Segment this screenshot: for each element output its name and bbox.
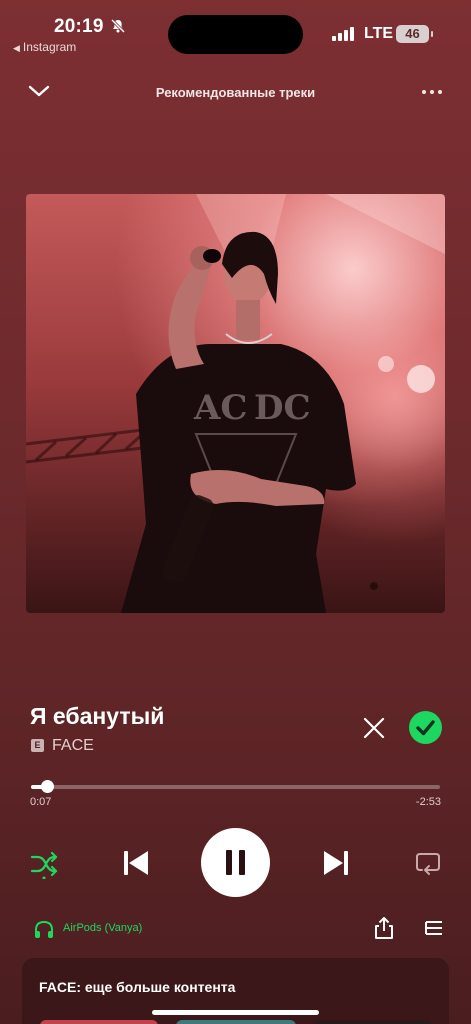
back-app-label: Instagram bbox=[22, 40, 77, 54]
more-icon[interactable] bbox=[420, 90, 444, 96]
card-thumbnail[interactable] bbox=[40, 1020, 158, 1024]
card-thumbnail[interactable] bbox=[314, 1020, 432, 1024]
status-time: 20:19 bbox=[54, 16, 104, 37]
artist-name[interactable]: FACE bbox=[52, 737, 94, 755]
explicit-badge: E bbox=[31, 739, 44, 752]
liked-check-icon[interactable] bbox=[409, 711, 442, 744]
close-icon[interactable] bbox=[361, 715, 387, 741]
progress-bar[interactable] bbox=[31, 785, 440, 789]
time-remaining: -2:53 bbox=[415, 796, 441, 808]
device-label[interactable]: AirPods (Vanya) bbox=[63, 922, 142, 934]
status-bar: 20:19 ◀ Instagram LTE 46 bbox=[0, 0, 471, 60]
album-cover: AC DC bbox=[26, 194, 445, 613]
playlist-context-title: Рекомендованные треки bbox=[155, 85, 316, 100]
queue-icon[interactable] bbox=[424, 919, 444, 937]
card-thumbnail[interactable] bbox=[176, 1020, 296, 1024]
signal-icon bbox=[332, 27, 356, 41]
player-header: Рекомендованные треки bbox=[0, 78, 471, 108]
time-elapsed: 0:07 bbox=[30, 796, 52, 808]
performer-illustration: AC DC bbox=[26, 194, 445, 613]
back-to-app-link[interactable]: ◀ Instagram bbox=[13, 40, 76, 54]
share-icon[interactable] bbox=[373, 916, 395, 940]
pause-button[interactable] bbox=[201, 828, 270, 897]
svg-text:DC: DC bbox=[254, 388, 311, 428]
repeat-icon[interactable] bbox=[414, 850, 442, 876]
battery-icon: 46 bbox=[396, 25, 433, 43]
headphones-icon[interactable] bbox=[33, 919, 55, 939]
svg-text:AC: AC bbox=[193, 388, 247, 428]
network-type: LTE bbox=[364, 25, 394, 42]
dynamic-island bbox=[168, 15, 303, 54]
shuffle-icon[interactable] bbox=[29, 849, 59, 879]
previous-icon[interactable] bbox=[121, 848, 151, 878]
track-title: Я ебанутый bbox=[30, 703, 165, 729]
bell-off-icon bbox=[110, 18, 126, 34]
next-icon[interactable] bbox=[321, 848, 351, 878]
progress-knob[interactable] bbox=[41, 780, 54, 793]
card-title: FACE: еще больше контента bbox=[39, 979, 236, 995]
home-indicator bbox=[152, 1010, 319, 1015]
